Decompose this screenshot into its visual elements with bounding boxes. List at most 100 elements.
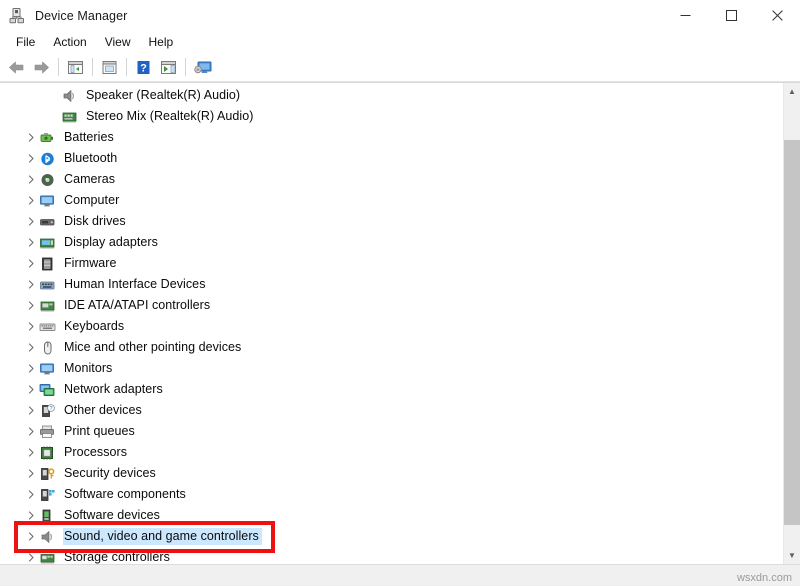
scroll-thumb[interactable] [784, 140, 800, 525]
scroll-down-button[interactable]: ▼ [784, 547, 800, 564]
chevron-right-icon[interactable] [24, 490, 39, 499]
chevron-right-icon[interactable] [24, 259, 39, 268]
tree-row-label: Batteries [63, 129, 117, 146]
scroll-up-button[interactable]: ▲ [784, 83, 800, 100]
tree-row[interactable]: Print queues [0, 421, 783, 442]
tree-row[interactable]: Software devices [0, 505, 783, 526]
properties-button[interactable] [97, 55, 122, 79]
tree-row[interactable]: Monitors [0, 358, 783, 379]
chevron-right-icon[interactable] [24, 469, 39, 478]
speaker-icon [39, 529, 56, 545]
device-manager-icon [9, 7, 26, 24]
chevron-right-icon[interactable] [24, 364, 39, 373]
maximize-button[interactable] [708, 0, 754, 31]
menu-help[interactable]: Help [140, 33, 183, 51]
tree-row[interactable]: ? Other devices [0, 400, 783, 421]
chevron-right-icon[interactable] [24, 196, 39, 205]
update-driver-button[interactable] [156, 55, 181, 79]
other-device-icon: ? [39, 403, 56, 419]
tree-row-label: Other devices [63, 402, 145, 419]
menu-file[interactable]: File [7, 33, 44, 51]
chevron-right-icon[interactable] [24, 133, 39, 142]
tree-row[interactable]: Processors [0, 442, 783, 463]
chevron-right-icon[interactable] [24, 175, 39, 184]
tree-row-label: Sound, video and game controllers [63, 528, 262, 545]
tree-row-label: Human Interface Devices [63, 276, 209, 293]
vertical-scrollbar[interactable]: ▲ ▼ [783, 83, 800, 564]
network-adapter-icon [39, 382, 56, 398]
close-button[interactable] [754, 0, 800, 31]
tree-row[interactable]: Human Interface Devices [0, 274, 783, 295]
tree-row[interactable]: Speaker (Realtek(R) Audio) [0, 85, 783, 106]
watermark: wsxdn.com [737, 572, 792, 584]
chevron-right-icon[interactable] [24, 280, 39, 289]
toolbar-separator [92, 58, 93, 76]
tree-row[interactable]: Security devices [0, 463, 783, 484]
tree-row-label: Display adapters [63, 234, 161, 251]
chevron-right-icon[interactable] [24, 511, 39, 520]
show-hide-console-tree-button[interactable] [63, 55, 88, 79]
tree-row[interactable]: Disk drives [0, 211, 783, 232]
toolbar-separator [126, 58, 127, 76]
tree-row[interactable]: Mice and other pointing devices [0, 337, 783, 358]
tree-row-label: Firmware [63, 255, 119, 272]
storage-controller-icon [39, 550, 56, 565]
content-area: Speaker (Realtek(R) Audio) Stereo Mix (R… [0, 82, 800, 564]
chevron-right-icon[interactable] [24, 553, 39, 562]
chevron-right-icon[interactable] [24, 427, 39, 436]
ide-controller-icon [39, 298, 56, 314]
hid-icon [39, 277, 56, 293]
chevron-right-icon[interactable] [24, 448, 39, 457]
tree-row[interactable]: Firmware [0, 253, 783, 274]
tree-row-label: Disk drives [63, 213, 129, 230]
tree-row[interactable]: Sound, video and game controllers [0, 526, 783, 547]
processor-icon [39, 445, 56, 461]
tree-row[interactable]: Software components [0, 484, 783, 505]
scan-hardware-changes-button[interactable] [190, 55, 215, 79]
tree-row[interactable]: Keyboards [0, 316, 783, 337]
chevron-right-icon[interactable] [24, 238, 39, 247]
svg-text:?: ? [49, 406, 52, 412]
chevron-right-icon[interactable] [24, 343, 39, 352]
chevron-right-icon[interactable] [24, 301, 39, 310]
keyboard-icon [39, 319, 56, 335]
chevron-right-icon[interactable] [24, 406, 39, 415]
computer-icon [39, 193, 56, 209]
tree-row[interactable]: IDE ATA/ATAPI controllers [0, 295, 783, 316]
tree-row[interactable]: Batteries [0, 127, 783, 148]
security-device-icon [39, 466, 56, 482]
battery-icon [39, 130, 56, 146]
tree-row[interactable]: Cameras [0, 169, 783, 190]
menu-action[interactable]: Action [44, 33, 95, 51]
tree-row[interactable]: Storage controllers [0, 547, 783, 564]
chevron-right-icon[interactable] [24, 154, 39, 163]
tree-row[interactable]: Network adapters [0, 379, 783, 400]
svg-text:?: ? [140, 62, 147, 74]
tree-row-label: Cameras [63, 171, 118, 188]
window-title: Device Manager [35, 9, 127, 23]
chevron-right-icon[interactable] [24, 322, 39, 331]
tree-row-label: Stereo Mix (Realtek(R) Audio) [85, 108, 256, 125]
forward-button[interactable] [29, 55, 54, 79]
tree-row[interactable]: Computer [0, 190, 783, 211]
device-tree[interactable]: Speaker (Realtek(R) Audio) Stereo Mix (R… [0, 83, 783, 564]
speaker-icon [61, 88, 78, 104]
chevron-right-icon[interactable] [24, 385, 39, 394]
back-button[interactable] [4, 55, 29, 79]
tree-row[interactable]: Bluetooth [0, 148, 783, 169]
menu-view[interactable]: View [96, 33, 140, 51]
tree-row-label: Keyboards [63, 318, 127, 335]
display-adapter-icon [39, 235, 56, 251]
tree-row-label: Speaker (Realtek(R) Audio) [85, 87, 243, 104]
tree-row-label: Monitors [63, 360, 115, 377]
menu-bar: File Action View Help [0, 31, 800, 53]
help-button[interactable]: ? [131, 55, 156, 79]
tree-row-label: Storage controllers [63, 549, 173, 564]
software-component-icon [39, 487, 56, 503]
tree-row[interactable]: Display adapters [0, 232, 783, 253]
tree-row[interactable]: Stereo Mix (Realtek(R) Audio) [0, 106, 783, 127]
scroll-track[interactable] [784, 100, 800, 547]
chevron-right-icon[interactable] [24, 217, 39, 226]
minimize-button[interactable] [662, 0, 708, 31]
chevron-right-icon[interactable] [24, 532, 39, 541]
